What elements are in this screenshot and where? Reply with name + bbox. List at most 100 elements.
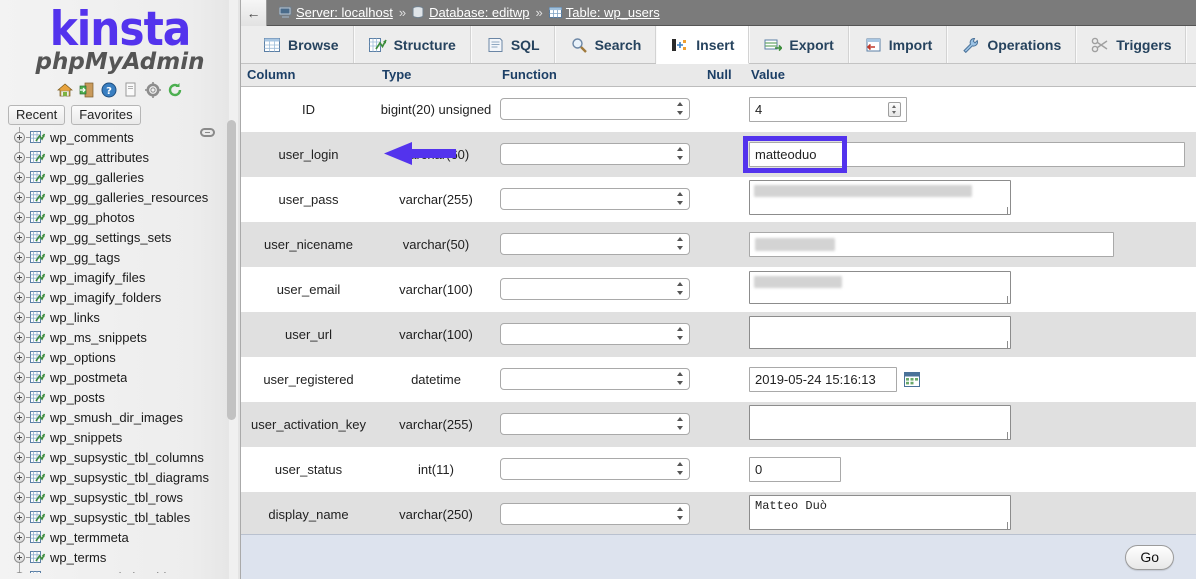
sidebar-table-item[interactable]: wp_supsystic_tbl_diagrams <box>0 467 233 487</box>
expand-icon[interactable] <box>14 472 25 483</box>
resize-handle[interactable] <box>1000 207 1008 215</box>
tab-import[interactable]: Import <box>849 26 948 63</box>
function-select-user_status[interactable] <box>500 458 690 480</box>
expand-icon[interactable] <box>14 372 25 383</box>
breadcrumb-database-label[interactable]: Database: editwp <box>429 5 529 20</box>
value-input-user_status[interactable] <box>749 457 841 482</box>
header-value: Value <box>745 64 1196 87</box>
function-select-user_url[interactable] <box>500 323 690 345</box>
expand-icon[interactable] <box>14 492 25 503</box>
expand-icon[interactable] <box>14 272 25 283</box>
expand-icon[interactable] <box>14 352 25 363</box>
expand-icon[interactable] <box>14 312 25 323</box>
tab-structure[interactable]: Structure <box>354 26 471 63</box>
function-select-user_email[interactable] <box>500 278 690 300</box>
sidebar-table-item[interactable]: wp_gg_tags <box>0 247 233 267</box>
resize-handle[interactable] <box>1000 522 1008 530</box>
tab-browse[interactable]: Browse <box>249 26 354 63</box>
sidebar-table-item[interactable]: wp_term_relationships <box>0 567 233 573</box>
sidebar-table-item[interactable]: wp_ms_snippets <box>0 327 233 347</box>
sidebar-table-item[interactable]: wp_gg_galleries_resources <box>0 187 233 207</box>
function-select-user_activation_key[interactable] <box>500 413 690 435</box>
breadcrumb-database[interactable]: Database: editwp <box>412 5 529 20</box>
function-select-display_name[interactable] <box>500 503 690 525</box>
home-icon[interactable] <box>57 82 73 98</box>
value-input-user_login[interactable] <box>749 142 1185 167</box>
sidebar-table-item[interactable]: wp_gg_attributes <box>0 147 233 167</box>
tab-search[interactable]: Search <box>555 26 657 63</box>
resize-handle[interactable] <box>1000 296 1008 304</box>
resize-handle[interactable] <box>1000 341 1008 349</box>
database-table-tree[interactable]: wp_commentswp_gg_attributeswp_gg_galleri… <box>0 127 233 573</box>
sidebar-table-item[interactable]: wp_terms <box>0 547 233 567</box>
expand-icon[interactable] <box>14 192 25 203</box>
breadcrumb-server-label[interactable]: Server: localhost <box>296 5 393 20</box>
resize-handle[interactable] <box>1000 432 1008 440</box>
value-textarea-user_activation_key[interactable] <box>749 405 1011 440</box>
sidebar-table-item[interactable]: wp_gg_galleries <box>0 167 233 187</box>
expand-icon[interactable] <box>14 392 25 403</box>
value-textarea-user_url[interactable] <box>749 316 1011 349</box>
expand-icon[interactable] <box>14 252 25 263</box>
sidebar-scrollbar-thumb[interactable] <box>227 120 236 420</box>
expand-icon[interactable] <box>14 552 25 563</box>
tab-insert[interactable]: Insert <box>656 26 749 64</box>
expand-icon[interactable] <box>14 412 25 423</box>
expand-icon[interactable] <box>14 432 25 443</box>
function-select-user_login[interactable] <box>500 143 690 165</box>
value-input-user_registered[interactable] <box>749 367 897 392</box>
reload-icon[interactable] <box>167 82 183 98</box>
expand-icon[interactable] <box>14 292 25 303</box>
tab-triggers[interactable]: Triggers <box>1076 26 1186 63</box>
value-input-ID[interactable] <box>749 97 907 122</box>
expand-icon[interactable] <box>14 512 25 523</box>
tab-operations[interactable]: Operations <box>947 26 1076 63</box>
sidebar-table-item[interactable]: wp_snippets <box>0 427 233 447</box>
logout-icon[interactable] <box>79 82 95 98</box>
calendar-button[interactable] <box>904 371 920 387</box>
help-icon[interactable]: ? <box>101 82 117 98</box>
breadcrumb-server[interactable]: Server: localhost <box>279 5 393 20</box>
value-textarea-display_name[interactable]: Matteo Duò <box>749 495 1011 530</box>
settings-icon[interactable] <box>145 82 161 98</box>
sidebar-table-item[interactable]: wp_posts <box>0 387 233 407</box>
function-select-ID[interactable] <box>500 98 690 120</box>
expand-icon[interactable] <box>14 172 25 183</box>
docs-icon[interactable] <box>123 82 139 98</box>
expand-icon[interactable] <box>14 152 25 163</box>
sidebar-table-item[interactable]: wp_supsystic_tbl_rows <box>0 487 233 507</box>
sidebar-table-label: wp_gg_tags <box>50 250 120 265</box>
expand-icon[interactable] <box>14 572 25 574</box>
breadcrumb-table-label[interactable]: Table: wp_users <box>566 5 660 20</box>
sidebar-table-item[interactable]: wp_termmeta <box>0 527 233 547</box>
sidebar-table-item[interactable]: wp_gg_photos <box>0 207 233 227</box>
expand-icon[interactable] <box>14 452 25 463</box>
sidebar-scrollbar-track[interactable] <box>229 0 238 579</box>
breadcrumb-table[interactable]: Table: wp_users <box>549 5 660 20</box>
sidebar-table-item[interactable]: wp_imagify_folders <box>0 287 233 307</box>
sidebar-table-item[interactable]: wp_smush_dir_images <box>0 407 233 427</box>
tab-export[interactable]: Export <box>749 26 848 63</box>
function-select-user_pass[interactable] <box>500 188 690 210</box>
sidebar-table-item[interactable]: wp_gg_settings_sets <box>0 227 233 247</box>
sidebar-table-item[interactable]: wp_comments <box>0 127 233 147</box>
expand-icon[interactable] <box>14 212 25 223</box>
expand-icon[interactable] <box>14 332 25 343</box>
recent-button[interactable]: Recent <box>8 105 65 125</box>
function-select-user_nicename[interactable] <box>500 233 690 255</box>
sidebar-table-item[interactable]: wp_supsystic_tbl_columns <box>0 447 233 467</box>
sidebar-table-item[interactable]: wp_imagify_files <box>0 267 233 287</box>
cell-null <box>701 447 745 492</box>
expand-icon[interactable] <box>14 532 25 543</box>
sidebar-table-item[interactable]: wp_postmeta <box>0 367 233 387</box>
sidebar-table-item[interactable]: wp_options <box>0 347 233 367</box>
sidebar-table-item[interactable]: wp_supsystic_tbl_tables <box>0 507 233 527</box>
expand-icon[interactable] <box>14 132 25 143</box>
sidebar-table-item[interactable]: wp_links <box>0 307 233 327</box>
back-button[interactable]: ← <box>241 0 267 26</box>
go-button[interactable]: Go <box>1125 545 1174 570</box>
tab-sql[interactable]: SQL <box>471 26 555 63</box>
expand-icon[interactable] <box>14 232 25 243</box>
favorites-button[interactable]: Favorites <box>71 105 140 125</box>
function-select-user_registered[interactable] <box>500 368 690 390</box>
